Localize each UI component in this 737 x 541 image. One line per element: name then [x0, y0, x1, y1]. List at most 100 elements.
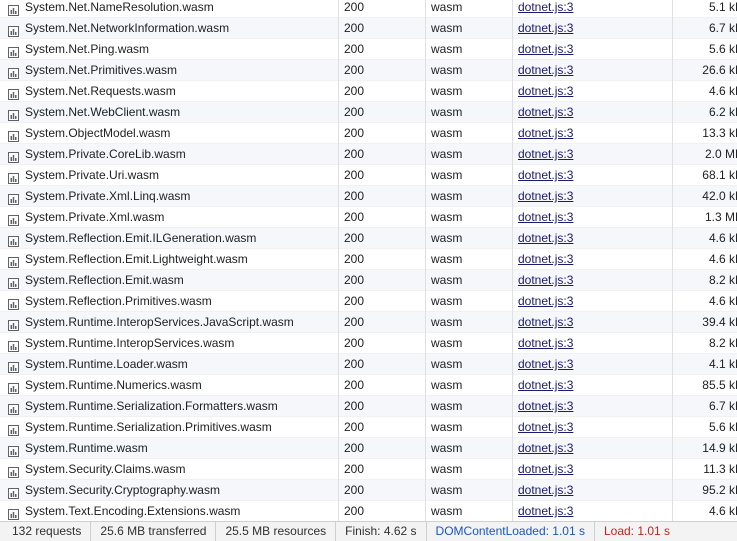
initiator-link[interactable]: dotnet.js:3 [518, 63, 573, 77]
request-name-cell[interactable]: System.Net.Ping.wasm [0, 39, 339, 60]
request-name: System.Private.Uri.wasm [25, 168, 160, 182]
type-cell: wasm [426, 354, 513, 375]
wasm-file-icon [8, 506, 19, 520]
status-cell: 200 [339, 270, 426, 291]
initiator-link[interactable]: dotnet.js:3 [518, 105, 573, 119]
request-name-cell[interactable]: System.Reflection.Emit.ILGeneration.wasm [0, 228, 339, 249]
table-row[interactable]: System.Net.NetworkInformation.wasm 200 was… [0, 18, 737, 39]
table-row[interactable]: System.Reflection.Emit.wasm 200 wasm dotnet… [0, 270, 737, 291]
initiator-link[interactable]: dotnet.js:3 [518, 462, 573, 476]
initiator-link[interactable]: dotnet.js:3 [518, 273, 573, 287]
request-name: System.Runtime.InteropServices.JavaScrip… [25, 315, 294, 329]
table-row[interactable]: System.Private.Uri.wasm 200 wasm dotnet.js:… [0, 165, 737, 186]
request-name-cell[interactable]: System.Security.Cryptography.wasm [0, 480, 339, 501]
transferred-size: 25.6 MB transferred [91, 521, 217, 541]
request-name: System.Runtime.Serialization.Primitives.… [25, 420, 272, 434]
request-name-cell[interactable]: System.Net.NetworkInformation.wasm [0, 18, 339, 39]
type-cell: wasm [426, 186, 513, 207]
wasm-file-icon [8, 128, 19, 142]
table-row[interactable]: System.Runtime.Serialization.Primitives.… [0, 417, 737, 438]
initiator-link[interactable]: dotnet.js:3 [518, 21, 573, 35]
table-row[interactable]: System.Private.Xml.wasm 200 wasm dotnet.js:… [0, 207, 737, 228]
table-row[interactable]: System.Private.Xml.Linq.wasm 200 wasm dotne… [0, 186, 737, 207]
table-row[interactable]: System.Reflection.Emit.Lightweight.wasm 2… [0, 249, 737, 270]
wasm-file-icon [8, 2, 19, 16]
request-name-cell[interactable]: System.Net.NameResolution.wasm [0, 0, 339, 18]
request-name-cell[interactable]: System.Private.Uri.wasm [0, 165, 339, 186]
table-row[interactable]: System.ObjectModel.wasm 200 wasm dotnet.js:… [0, 123, 737, 144]
request-name-cell[interactable]: System.Text.Encoding.Extensions.wasm [0, 501, 339, 522]
initiator-cell: dotnet.js:3 [513, 249, 673, 270]
table-row[interactable]: System.Private.CoreLib.wasm 200 wasm dotnet… [0, 144, 737, 165]
initiator-link[interactable]: dotnet.js:3 [518, 126, 573, 140]
request-name-cell[interactable]: System.Runtime.Loader.wasm [0, 354, 339, 375]
initiator-link[interactable]: dotnet.js:3 [518, 315, 573, 329]
request-name-cell[interactable]: System.Reflection.Primitives.wasm [0, 291, 339, 312]
initiator-link[interactable]: dotnet.js:3 [518, 441, 573, 455]
initiator-link[interactable]: dotnet.js:3 [518, 420, 573, 434]
request-name-cell[interactable]: System.Security.Claims.wasm [0, 459, 339, 480]
initiator-link[interactable]: dotnet.js:3 [518, 0, 573, 14]
initiator-cell: dotnet.js:3 [513, 102, 673, 123]
request-name-cell[interactable]: System.Runtime.Numerics.wasm [0, 375, 339, 396]
initiator-link[interactable]: dotnet.js:3 [518, 189, 573, 203]
table-row[interactable]: System.Runtime.Serialization.Formatters.… [0, 396, 737, 417]
table-row[interactable]: System.Security.Claims.wasm 200 wasm dotnet… [0, 459, 737, 480]
initiator-cell: dotnet.js:3 [513, 270, 673, 291]
initiator-link[interactable]: dotnet.js:3 [518, 42, 573, 56]
type-cell: wasm [426, 102, 513, 123]
request-name-cell[interactable]: System.Runtime.wasm [0, 438, 339, 459]
initiator-cell: dotnet.js:3 [513, 39, 673, 60]
request-name-cell[interactable]: System.Runtime.Serialization.Formatters.… [0, 396, 339, 417]
table-row[interactable]: System.Runtime.Numerics.wasm 200 wasm dotne… [0, 375, 737, 396]
request-name-cell[interactable]: System.Reflection.Emit.wasm [0, 270, 339, 291]
type-cell: wasm [426, 207, 513, 228]
request-name-cell[interactable]: System.Net.WebClient.wasm [0, 102, 339, 123]
initiator-link[interactable]: dotnet.js:3 [518, 84, 573, 98]
initiator-link[interactable]: dotnet.js:3 [518, 252, 573, 266]
table-row[interactable]: System.Security.Cryptography.wasm 200 wasm… [0, 480, 737, 501]
table-row[interactable]: System.Reflection.Emit.ILGeneration.wasm… [0, 228, 737, 249]
initiator-cell: dotnet.js:3 [513, 144, 673, 165]
initiator-link[interactable]: dotnet.js:3 [518, 231, 573, 245]
request-name-cell[interactable]: System.Runtime.InteropServices.wasm [0, 333, 339, 354]
table-row[interactable]: System.Net.Primitives.wasm 200 wasm dotnet.… [0, 60, 737, 81]
table-row[interactable]: System.Runtime.InteropServices.JavaScrip… [0, 312, 737, 333]
size-cell: 5.1 kB [708, 0, 737, 14]
table-row[interactable]: System.Net.WebClient.wasm 200 wasm dotnet.j… [0, 102, 737, 123]
initiator-link[interactable]: dotnet.js:3 [518, 483, 573, 497]
table-row[interactable]: System.Reflection.Primitives.wasm 200 wasm… [0, 291, 737, 312]
initiator-link[interactable]: dotnet.js:3 [518, 147, 573, 161]
status-cell: 200 [339, 501, 426, 522]
initiator-link[interactable]: dotnet.js:3 [518, 294, 573, 308]
initiator-link[interactable]: dotnet.js:3 [518, 399, 573, 413]
initiator-link[interactable]: dotnet.js:3 [518, 504, 573, 518]
request-name-cell[interactable]: System.Runtime.Serialization.Primitives.… [0, 417, 339, 438]
request-name-cell[interactable]: System.Private.CoreLib.wasm [0, 144, 339, 165]
request-name-cell[interactable]: System.Net.Requests.wasm [0, 81, 339, 102]
initiator-link[interactable]: dotnet.js:3 [518, 210, 573, 224]
type-cell: wasm [426, 18, 513, 39]
request-name-cell[interactable]: System.ObjectModel.wasm [0, 123, 339, 144]
request-name-cell[interactable]: System.Runtime.InteropServices.JavaScrip… [0, 312, 339, 333]
request-name-cell[interactable]: System.Net.Primitives.wasm [0, 60, 339, 81]
initiator-link[interactable]: dotnet.js:3 [518, 378, 573, 392]
request-name: System.Net.NameResolution.wasm [25, 0, 214, 14]
table-row[interactable]: System.Net.Requests.wasm 200 wasm dotnet.js… [0, 81, 737, 102]
size-cell: 6.7 kB [708, 21, 737, 35]
initiator-link[interactable]: dotnet.js:3 [518, 168, 573, 182]
request-name-cell[interactable]: System.Reflection.Emit.Lightweight.wasm [0, 249, 339, 270]
table-row[interactable]: System.Runtime.Loader.wasm 200 wasm dotnet.… [0, 354, 737, 375]
type-cell: wasm [426, 438, 513, 459]
request-name: System.Net.Ping.wasm [25, 42, 150, 56]
table-row[interactable]: System.Runtime.InteropServices.wasm 200 wa… [0, 333, 737, 354]
table-row[interactable]: System.Runtime.wasm 200 wasm dotnet.js:3 14.… [0, 438, 737, 459]
initiator-link[interactable]: dotnet.js:3 [518, 336, 573, 350]
request-name-cell[interactable]: System.Private.Xml.Linq.wasm [0, 186, 339, 207]
table-row[interactable]: System.Text.Encoding.Extensions.wasm 200 w… [0, 501, 737, 522]
status-cell: 200 [339, 0, 426, 18]
request-name-cell[interactable]: System.Private.Xml.wasm [0, 207, 339, 228]
initiator-link[interactable]: dotnet.js:3 [518, 357, 573, 371]
table-row[interactable]: System.Net.Ping.wasm 200 wasm dotnet.js:3 5.… [0, 39, 737, 60]
table-row[interactable]: System.Net.NameResolution.wasm 200 wasm dot… [0, 0, 737, 18]
